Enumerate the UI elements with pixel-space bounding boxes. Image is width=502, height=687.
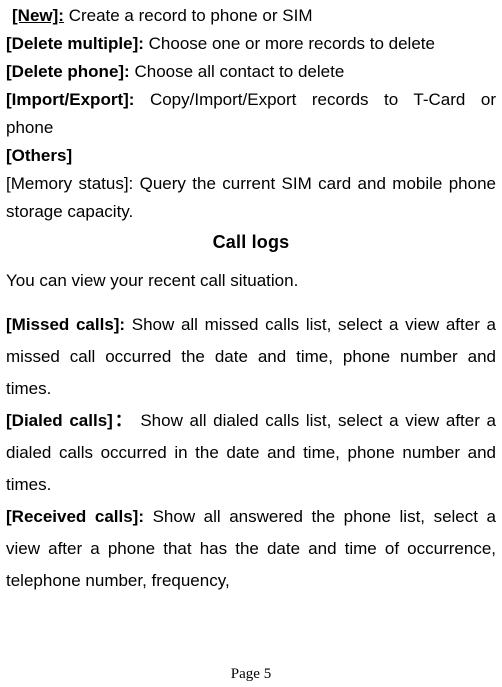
label-import-export: [Import/Export]:	[6, 90, 134, 109]
item-memory-status: [Memory status]: Query the current SIM c…	[6, 170, 496, 226]
item-new: [New]: Create a record to phone or SIM	[6, 2, 496, 30]
item-missed-calls: [Missed calls]: Show all missed calls li…	[6, 309, 496, 405]
intro-text: You can view your recent call situation.	[6, 267, 496, 295]
desc-import-export-1: Copy/Import/Export records to T-Card or	[150, 90, 496, 109]
manual-page: [New]: Create a record to phone or SIM […	[0, 0, 502, 687]
item-import-export-line1: [Import/Export]: Copy/Import/Export reco…	[6, 86, 496, 114]
item-received-calls: [Received calls]: Show all answered the …	[6, 501, 496, 597]
desc-new: Create a record to phone or SIM	[69, 6, 313, 25]
item-dialed-calls: [Dialed calls]： Show all dialed calls li…	[6, 405, 496, 501]
label-new: [New]:	[12, 6, 64, 25]
label-others: [Others]	[6, 146, 72, 165]
item-delete-multiple: [Delete multiple]: Choose one or more re…	[6, 30, 496, 58]
label-received: [Received calls]:	[6, 507, 144, 526]
memory-status-text: [Memory status]: Query the current SIM c…	[6, 174, 496, 221]
label-missed: [Missed calls]:	[6, 315, 125, 334]
label-delete-phone: [Delete phone]:	[6, 62, 130, 81]
page-footer: Page 5	[0, 666, 502, 683]
item-import-export-line2: phone	[6, 114, 496, 142]
item-delete-phone: [Delete phone]: Choose all contact to de…	[6, 58, 496, 86]
desc-delete-multiple: Choose one or more records to delete	[149, 34, 435, 53]
desc-delete-phone: Choose all contact to delete	[134, 62, 344, 81]
desc-import-export-2: phone	[6, 118, 53, 137]
label-dialed: [Dialed calls]：	[6, 411, 134, 430]
item-others: [Others]	[6, 142, 496, 170]
heading-call-logs: Call logs	[6, 232, 496, 253]
label-delete-multiple: [Delete multiple]:	[6, 34, 144, 53]
